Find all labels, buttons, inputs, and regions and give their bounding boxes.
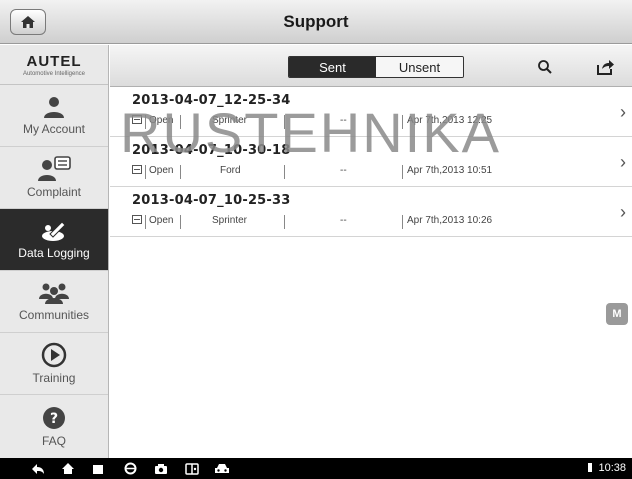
open-icon	[132, 115, 142, 127]
clock-time: 10:38	[598, 462, 626, 474]
open-icon	[132, 215, 142, 227]
back-button[interactable]	[30, 461, 46, 476]
browser-button[interactable]	[122, 461, 138, 476]
question-icon: ?	[43, 406, 65, 429]
search-button[interactable]	[535, 57, 555, 77]
sidebar-item-faq[interactable]: ? FAQ	[0, 395, 108, 457]
log-vehicle: Ford	[220, 165, 241, 176]
divider	[284, 215, 285, 229]
log-row[interactable]: 2013-04-07_12-25-34 Open Sprinter -- Apr…	[110, 87, 632, 137]
recent-apps-icon	[93, 464, 103, 474]
log-name: 2013-04-07_12-25-34	[132, 93, 291, 108]
sidebar-item-training[interactable]: Training	[0, 333, 108, 395]
m-floating-button[interactable]: M	[606, 303, 628, 325]
sidebar-item-label: Complaint	[26, 185, 82, 199]
sent-unsent-toggle: Sent Unsent	[288, 56, 464, 78]
log-status: Open	[149, 215, 174, 226]
chevron-right-icon: ›	[620, 202, 626, 222]
log-status: Open	[149, 115, 174, 126]
divider	[180, 115, 181, 129]
log-row[interactable]: 2013-04-07_10-30-18 Open Ford -- Apr 7th…	[110, 137, 632, 187]
system-navigation-bar: 10:38	[0, 458, 632, 479]
sidebar-item-label: Data Logging	[18, 246, 90, 260]
log-date: Apr 7th,2013 12:25	[407, 115, 493, 126]
camera-button[interactable]	[153, 461, 169, 476]
share-button[interactable]	[596, 57, 616, 77]
divider	[284, 165, 285, 179]
title-bar: Support	[0, 0, 632, 44]
people-icon	[39, 283, 69, 304]
log-vehicle: Sprinter	[212, 215, 248, 226]
sidebar-item-label: Training	[32, 371, 76, 385]
sidebar-item-label: FAQ	[41, 433, 66, 448]
sidebar-item-complaint[interactable]: Complaint	[0, 147, 108, 209]
home-icon	[62, 463, 74, 474]
complaint-icon	[38, 156, 71, 181]
sent-tab[interactable]: Sent	[289, 57, 376, 77]
car-button[interactable]	[214, 461, 230, 476]
log-date: Apr 7th,2013 10:26	[407, 215, 493, 226]
sidebar-item-communities[interactable]: Communities	[0, 271, 108, 333]
divider	[180, 165, 181, 179]
divider	[145, 165, 146, 179]
open-icon	[132, 165, 142, 177]
page-title: Support	[283, 12, 349, 31]
battery-icon	[588, 463, 593, 472]
divider	[402, 215, 403, 229]
chevron-right-icon: ›	[620, 152, 626, 172]
browser-icon	[124, 462, 136, 475]
log-name: 2013-04-07_10-25-33	[132, 193, 291, 208]
log-date: Apr 7th,2013 10:51	[407, 165, 493, 176]
search-icon	[538, 60, 552, 74]
log-extra: --	[340, 165, 347, 176]
divider	[284, 115, 285, 129]
vci-icon	[185, 462, 199, 475]
recent-apps-button[interactable]	[90, 461, 106, 476]
status-clock: 10:38	[588, 462, 626, 474]
log-vehicle: Sprinter	[212, 115, 248, 126]
log-row[interactable]: 2013-04-07_10-25-33 Open Sprinter -- Apr…	[110, 187, 632, 237]
divider	[145, 115, 146, 129]
sidebar-item-data-logging[interactable]: Data Logging	[0, 209, 108, 271]
toolbar: Sent Unsent	[110, 45, 632, 87]
sidebar-item-my-account[interactable]: My Account	[0, 85, 108, 147]
vci-button[interactable]	[184, 461, 200, 476]
camera-icon	[155, 463, 167, 474]
divider	[402, 165, 403, 179]
svg-text:?: ?	[50, 411, 58, 427]
log-status: Open	[149, 165, 174, 176]
divider	[402, 115, 403, 129]
logo-brand: AUTEL	[26, 52, 82, 70]
log-extra: --	[340, 115, 347, 126]
back-icon	[32, 463, 44, 474]
share-icon	[597, 60, 614, 75]
sidebar-item-label: My Account	[22, 122, 86, 136]
person-icon	[44, 97, 64, 118]
sidebar-item-label: Communities	[18, 308, 90, 322]
play-icon	[41, 342, 67, 368]
data-logging-icon	[42, 221, 66, 241]
divider	[145, 215, 146, 229]
home-nav-button[interactable]	[60, 461, 76, 476]
log-extra: --	[340, 215, 347, 226]
main-content: Sent Unsent 2013-04-07_12-25-34 Open Spr…	[110, 45, 632, 458]
sidebar: AUTEL Automotive Intelligence My Account…	[0, 45, 109, 458]
autel-logo: AUTEL Automotive Intelligence	[0, 45, 108, 85]
logo-tagline: Automotive Intelligence	[22, 70, 86, 77]
unsent-tab[interactable]: Unsent	[376, 57, 463, 77]
car-icon	[215, 463, 229, 473]
divider	[180, 215, 181, 229]
chevron-right-icon: ›	[620, 102, 626, 122]
log-name: 2013-04-07_10-30-18	[132, 143, 291, 158]
